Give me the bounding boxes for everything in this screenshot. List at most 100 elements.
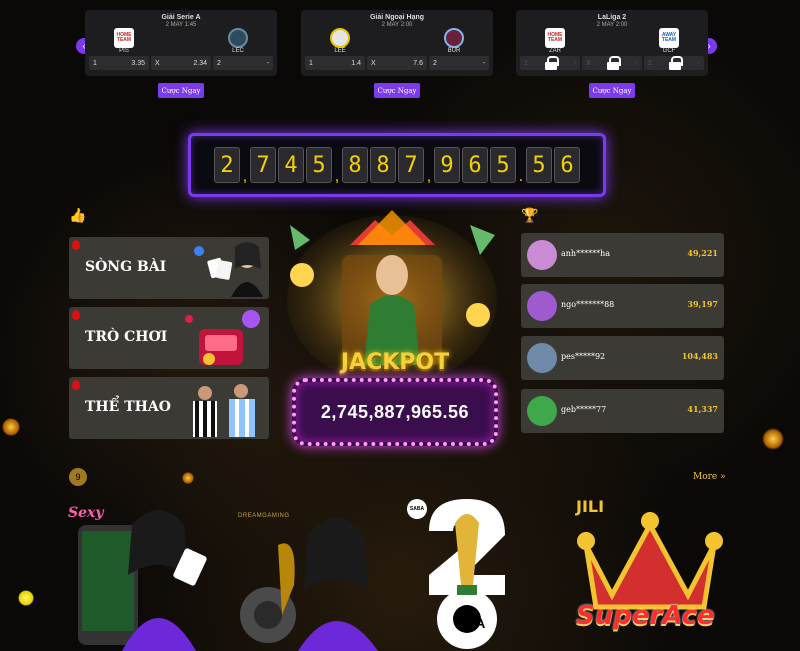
home-team-name: LEE [334,48,346,54]
odd-label: 2 [648,59,652,67]
fire-icon [72,380,80,390]
odd-draw[interactable]: X 7.6 [367,56,427,70]
counter-digit: 4 [278,147,304,183]
winner-name: anh******ha [561,249,610,258]
away-team-logo [444,28,464,48]
jackpot-title: JACKPOT [340,350,450,375]
bet-now-button[interactable]: Cược Ngay [158,83,204,98]
away-team-logo [228,28,248,48]
odd-label: 2 [433,59,437,67]
counter-separator: , [242,168,248,185]
odd-draw[interactable]: X 2.34 [151,56,211,70]
provider-tile-jili[interactable]: JILI SuperAce [572,495,727,651]
avatar [527,343,557,373]
avatar [527,291,557,321]
away-team: AWAY TEAM GCF [652,28,686,54]
match-league: Giải Serie A [161,14,201,21]
odd-away[interactable]: 2- [213,56,273,70]
jackpot-box[interactable]: 2,745,887,965.56 [292,378,498,446]
counter-separator: , [426,168,432,185]
odd-home-locked: 1- [520,56,580,70]
odd-label: 1 [309,59,313,67]
odd-value: 7.6 [413,59,423,67]
bet-now-button[interactable]: Cược Ngay [374,83,420,98]
fire-icon [72,310,80,320]
match-card[interactable]: Giải Ngoại Hạng 2 MAY 2:00 LEE BUR 1 1.4 … [301,10,493,76]
counter-digit: 8 [342,147,368,183]
thumbs-up-icon: 👍 [69,207,87,223]
odd-value: 3.35 [131,59,145,67]
odd-value: 1.4 [351,59,361,67]
avatar [527,396,557,426]
odds-row: 1 3.35 X 2.34 2- [89,56,273,70]
superace-title: SuperAce [576,601,715,631]
slot-machine-image [185,310,260,365]
winner-name: geb*****77 [561,405,607,414]
home-team-logo: HOME TEAM [114,28,134,48]
counter-digit: 8 [370,147,396,183]
provider-tile-dreamgaming[interactable]: DREAMGAMING [238,495,398,651]
category-games[interactable]: TRÒ CHƠI [69,307,269,369]
lock-icon [607,56,622,70]
winner-row: pes*****92 104,483 [521,336,724,380]
counter-digit: 5 [306,147,332,183]
winner-name: pes*****92 [561,352,606,361]
match-league: Giải Ngoại Hạng [369,14,425,21]
odd-value: - [482,59,485,67]
provider-tile-sexy[interactable]: Sexy [66,495,216,651]
odd-draw-locked: X- [582,56,642,70]
home-team-name: PIS [119,48,129,54]
odds-row: 1- X- 2- [520,56,704,70]
away-team-name: BUR [447,48,461,54]
winner-amount: 41,337 [687,404,718,414]
match-card[interactable]: LaLiga 2 2 MAY 2:00 HOME TEAM ZAR AWAY T… [516,10,708,76]
counter-digit: 6 [554,147,580,183]
home-team: LEE [323,28,357,54]
avatar [527,240,557,270]
category-casino[interactable]: SÒNG BÀI [69,237,269,299]
odd-label: X [586,59,591,67]
more-link[interactable]: More » [693,472,726,482]
provider-logo: FIFA [455,615,486,631]
counter-separator: . [518,168,524,185]
odd-home[interactable]: 1 1.4 [305,56,365,70]
odd-away[interactable]: 2- [429,56,489,70]
home-team-name: ZAR [549,48,561,54]
provider-logo: Sexy [68,505,104,521]
odd-value: - [266,59,269,67]
home-team: HOME TEAM PIS [107,28,141,54]
category-label: TRÒ CHƠI [85,329,168,345]
jackpot-counter: 2,745,887,965.56 [188,133,606,197]
match-card[interactable]: Giải Serie A 2 MAY 1:45 HOME TEAM PIS LE… [85,10,277,76]
home-team: HOME TEAM ZAR [538,28,572,54]
category-sports[interactable]: THỂ THAO [69,377,269,439]
odd-label: 2 [217,59,221,67]
trophy-icon: 🏆 [521,207,539,223]
category-label: THỂ THAO [85,399,171,415]
odds-row: 1 1.4 X 7.6 2- [305,56,489,70]
odd-label: 1 [524,59,528,67]
category-label: SÒNG BÀI [85,259,167,275]
odd-away-locked: 2- [644,56,704,70]
winner-name: ngo*******88 [561,300,615,309]
odd-value: 2.34 [193,59,207,67]
provider-logo: DREAMGAMING [238,513,290,519]
fire-icon [72,240,80,250]
lock-icon [668,56,683,70]
winner-row: anh******ha 49,221 [521,233,724,277]
counter-digit: 9 [434,147,460,183]
away-team-logo: AWAY TEAM [659,28,679,48]
provider-tile-fifa[interactable]: SABA FIFA [405,495,530,651]
odd-home[interactable]: 1 3.35 [89,56,149,70]
bet-now-button[interactable]: Cược Ngay [589,83,635,98]
home-team-logo: HOME TEAM [545,28,565,48]
decorative-spark [2,418,20,436]
away-team: LEC [221,28,255,54]
counter-digit: 5 [490,147,516,183]
badge-icon: 9 [69,468,87,486]
winner-amount: 49,221 [687,248,718,258]
home-team-logo [330,28,350,48]
odd-label: X [155,59,160,67]
casino-dealer-image [194,242,263,297]
odd-label: X [371,59,376,67]
